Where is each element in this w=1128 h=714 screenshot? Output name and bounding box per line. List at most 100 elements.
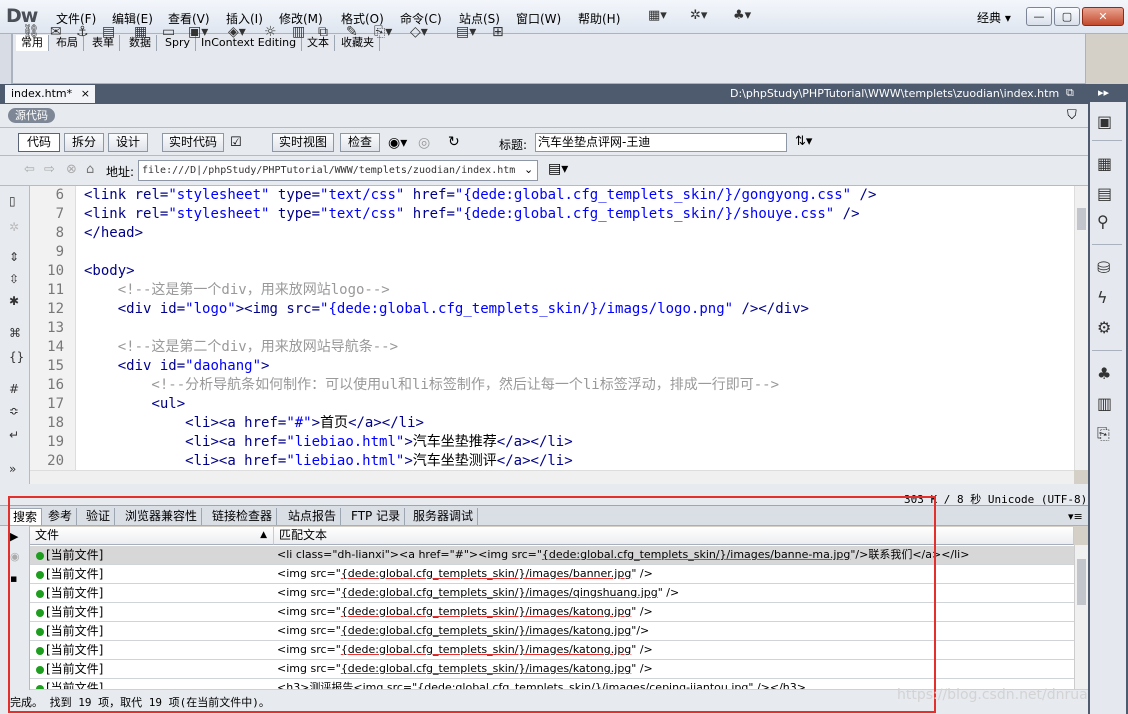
line-number: 19: [47, 434, 64, 450]
file-management-icon[interactable]: ⇅▾: [795, 134, 812, 149]
workspace-switcher[interactable]: 经典 ▾: [977, 9, 1011, 26]
split-view-button[interactable]: 拆分: [64, 133, 104, 152]
behaviors-icon[interactable]: ϟ: [1097, 288, 1108, 307]
horizontal-rule-icon[interactable]: ▤: [102, 24, 115, 40]
design-view-button[interactable]: 设计: [108, 133, 148, 152]
line-number: 14: [47, 339, 64, 355]
code-line[interactable]: 10 <body>: [30, 262, 1074, 281]
collapse-panels-icon[interactable]: ▸▸: [1098, 86, 1109, 99]
code-line[interactable]: 16 <!--分析导航条如何制作：可以使用ul和li标签制作，然后让每一个li标…: [30, 376, 1074, 395]
div-icon[interactable]: ▭: [162, 24, 175, 40]
scroll-thumb[interactable]: [1077, 208, 1086, 230]
databases-icon[interactable]: ⛁: [1097, 258, 1110, 277]
code-line[interactable]: 6 <link rel="stylesheet" type="text/css" …: [30, 186, 1074, 205]
results-scroll-thumb[interactable]: [1077, 559, 1086, 605]
restore-window-icon[interactable]: ⧉: [1066, 86, 1074, 100]
line-code: <!--这是第一个div，用来放网站logo-->: [84, 282, 390, 298]
live-view-button[interactable]: 实时视图: [272, 133, 334, 152]
show-code-navigator-icon[interactable]: ✲: [9, 220, 19, 234]
view-options-icon[interactable]: ▤▾: [548, 161, 568, 177]
tag-inspector-icon[interactable]: ⚲: [1097, 212, 1109, 231]
code-line[interactable]: 7 <link rel="stylesheet" type="text/css" …: [30, 205, 1074, 224]
gear-icon[interactable]: ✲▾: [690, 8, 707, 23]
server-include-icon[interactable]: ⧉: [318, 24, 328, 40]
head-icon[interactable]: ⎘▾: [374, 24, 392, 40]
code-line[interactable]: 13: [30, 319, 1074, 338]
editor-horizontal-scrollbar[interactable]: [30, 470, 1074, 484]
image-icon[interactable]: ▣▾: [188, 24, 208, 40]
code-line[interactable]: 18 <li><a href="#">首页</a></li>: [30, 414, 1074, 433]
balance-braces-icon[interactable]: {}: [9, 350, 24, 364]
code-line[interactable]: 20 <li><a href="liebiao.html">汽车坐垫测评</a>…: [30, 452, 1074, 471]
table-icon[interactable]: ▦: [134, 24, 147, 40]
document-tab-label: index.htm*: [11, 87, 73, 100]
inspect-button[interactable]: 检查: [340, 133, 380, 152]
comment-icon[interactable]: ✎: [346, 24, 358, 40]
back-icon[interactable]: ⇦: [24, 162, 35, 177]
address-input[interactable]: file:///D|/phpStudy/PHPTutorial/WWW/temp…: [138, 160, 538, 181]
maximize-button[interactable]: ▢: [1054, 7, 1080, 26]
code-line[interactable]: 11 <!--这是第一个div，用来放网站logo-->: [30, 281, 1074, 300]
check-icon[interactable]: ☑: [230, 135, 242, 150]
document-tab[interactable]: index.htm* ×: [4, 84, 96, 104]
expand-all-icon[interactable]: ✱: [9, 294, 19, 308]
code-line[interactable]: 19 <li><a href="liebiao.html">汽车坐垫推荐</a>…: [30, 433, 1074, 452]
open-documents-icon[interactable]: ▯: [9, 194, 16, 208]
site-map-icon[interactable]: ♣▾: [733, 8, 751, 23]
home-icon[interactable]: ⌂: [86, 162, 94, 177]
snippets-icon[interactable]: ⎘: [1097, 424, 1110, 444]
page-title-input[interactable]: 汽车坐垫点评网-王迪: [535, 133, 787, 152]
source-code-chip[interactable]: 源代码: [8, 108, 55, 123]
minimize-button[interactable]: —: [1026, 7, 1052, 26]
ap-elements-icon[interactable]: ▤: [1097, 184, 1112, 203]
browser-preview-icon[interactable]: ◉▾: [388, 135, 407, 151]
code-line[interactable]: 12 <div id="logo"><img src="{dede:global…: [30, 300, 1074, 319]
insert-panel-icon[interactable]: ▣: [1097, 112, 1112, 131]
editor-vertical-scrollbar[interactable]: [1074, 186, 1088, 470]
line-numbers-icon[interactable]: #: [9, 382, 19, 396]
menu-item[interactable]: 帮助(H): [578, 10, 620, 27]
hyperlink-icon[interactable]: ⛓: [22, 24, 40, 40]
assets-icon[interactable]: ▥: [1097, 394, 1112, 413]
media-icon[interactable]: ◈▾: [228, 24, 246, 40]
collapse-tag-icon[interactable]: ⇕: [9, 250, 19, 264]
code-line[interactable]: 17 <ul>: [30, 395, 1074, 414]
email-link-icon[interactable]: ✉: [50, 24, 62, 40]
anchor-icon[interactable]: ⚓: [76, 24, 89, 40]
line-number: 20: [47, 453, 64, 469]
code-line[interactable]: 8 </head>: [30, 224, 1074, 243]
date-icon[interactable]: ☼: [264, 24, 277, 40]
files-icon[interactable]: ♣: [1097, 364, 1111, 383]
code-line[interactable]: 14 <!--这是第二个div，用来放网站导航条-->: [30, 338, 1074, 357]
menu-item[interactable]: 窗口(W): [516, 10, 561, 27]
calendar-icon[interactable]: ▥: [292, 24, 305, 40]
code-view-button[interactable]: 代码: [18, 133, 60, 152]
panel-options-icon[interactable]: ▾≡: [1068, 510, 1083, 523]
refresh-icon[interactable]: ↻: [448, 134, 460, 150]
components-icon[interactable]: ⚙: [1097, 318, 1111, 337]
filter-icon[interactable]: ⛉: [1067, 108, 1077, 123]
live-code-button[interactable]: 实时代码: [162, 133, 224, 152]
code-line[interactable]: 15 <div id="daohang">: [30, 357, 1074, 376]
insert-tab[interactable]: InContext Editing: [196, 35, 303, 51]
templates-icon[interactable]: ▤▾: [456, 24, 476, 40]
visual-aids-icon[interactable]: ◎: [418, 135, 430, 151]
more-icon[interactable]: »: [9, 462, 16, 476]
highlight-invalid-icon[interactable]: ≎: [9, 404, 19, 418]
select-parent-tag-icon[interactable]: ⌘: [9, 326, 21, 340]
layout-icon[interactable]: ▦▾: [648, 8, 667, 23]
word-wrap-icon[interactable]: ↵: [9, 428, 19, 442]
line-code: <link rel="stylesheet" type="text/css" h…: [84, 187, 877, 203]
close-button[interactable]: ✕: [1082, 7, 1124, 26]
code-line[interactable]: 9: [30, 243, 1074, 262]
forward-icon[interactable]: ⇨: [44, 162, 55, 177]
document-path: D:\phpStudy\PHPTutorial\WWW\templets\zuo…: [730, 87, 1060, 100]
script-icon[interactable]: ◇▾: [410, 24, 428, 40]
collapse-selection-icon[interactable]: ⇳: [9, 272, 19, 286]
stop-icon[interactable]: ⊗: [66, 162, 77, 177]
results-vertical-scrollbar[interactable]: [1074, 545, 1088, 689]
tag-chooser-icon[interactable]: ⊞: [492, 24, 504, 40]
address-dropdown-icon[interactable]: ⌄: [524, 163, 533, 176]
css-styles-icon[interactable]: ▦: [1097, 154, 1112, 173]
close-tab-icon[interactable]: ×: [81, 85, 90, 103]
